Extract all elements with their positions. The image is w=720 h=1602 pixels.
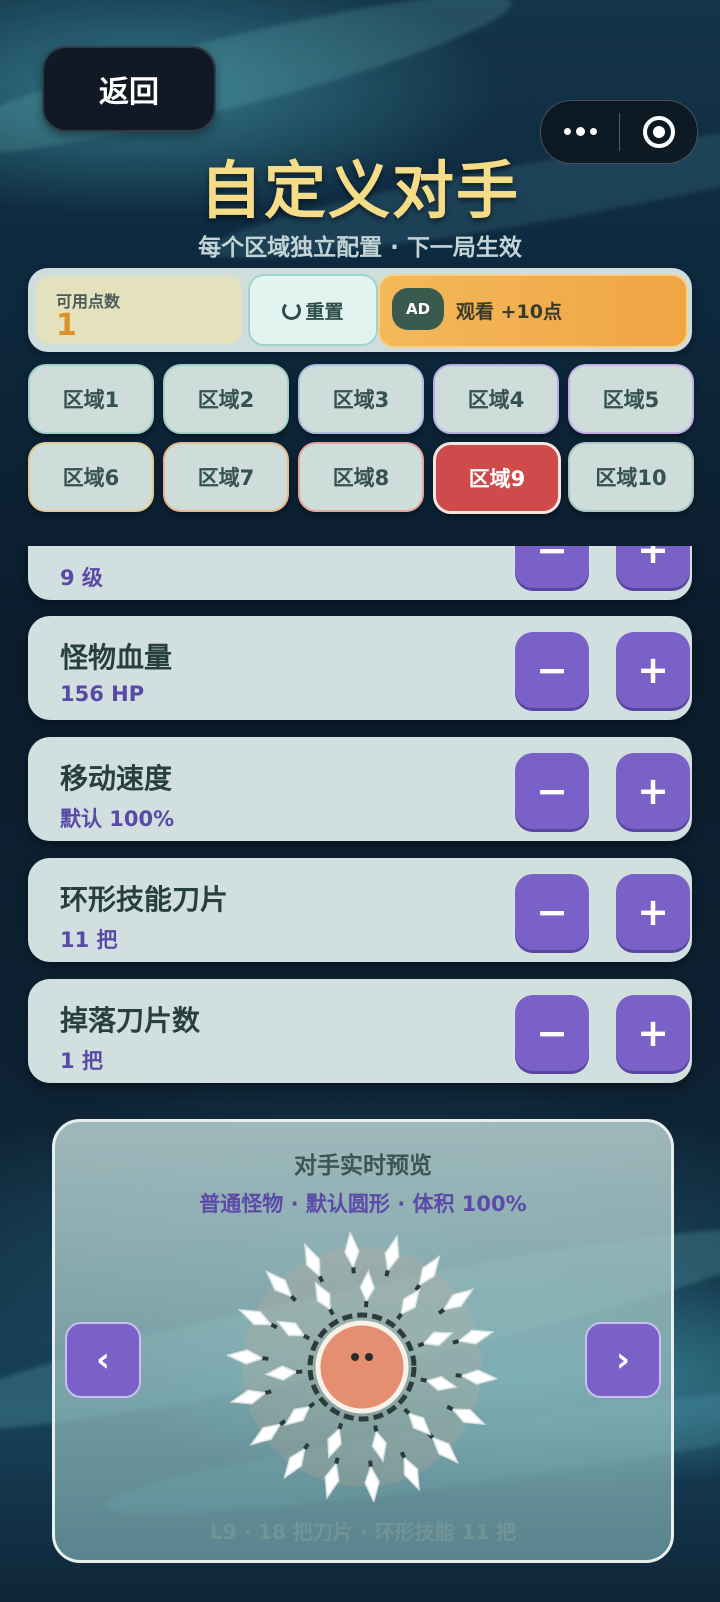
zone-tab-1[interactable]: 区域1 xyxy=(28,364,154,434)
outer-blade-handle xyxy=(368,1460,373,1467)
outer-blade-handle xyxy=(317,1275,325,1283)
increase-button[interactable]: + xyxy=(616,632,690,708)
ring-skill-blade-handle xyxy=(337,1422,344,1430)
outer-blade-handle xyxy=(399,1451,407,1459)
monster-preview xyxy=(227,1232,497,1502)
outer-blade-handle xyxy=(270,1322,278,1330)
zone-tab-2[interactable]: 区域2 xyxy=(163,364,289,434)
outer-blade-handle xyxy=(452,1339,460,1345)
ring-skill-blade-handle xyxy=(302,1333,311,1341)
ring-skill-blade-handle xyxy=(373,1425,379,1432)
outer-blade-handle xyxy=(278,1419,287,1426)
setting-name: 掉落刀片数 xyxy=(60,1004,201,1037)
setting-value: 默认 100% xyxy=(60,807,175,831)
next-monster-button[interactable]: › xyxy=(585,1322,661,1398)
zone-tab-4[interactable]: 区域4 xyxy=(433,364,559,434)
setting-name: 移动速度 xyxy=(60,762,173,795)
setting-value: 11 把 xyxy=(60,928,118,952)
more-menu-icon[interactable] xyxy=(541,127,619,136)
increase-button[interactable]: + xyxy=(616,874,690,950)
zone-tab-7[interactable]: 区域7 xyxy=(163,442,289,512)
increase-button[interactable]: + xyxy=(616,753,690,829)
setting-card: 移动速度默认 100% − + xyxy=(28,737,692,841)
decrease-button[interactable]: − xyxy=(515,546,589,588)
outer-blade-handle xyxy=(437,1308,446,1315)
reset-button[interactable]: 重置 xyxy=(248,274,378,346)
zone-tab-10[interactable]: 区域10 xyxy=(568,442,694,512)
ring-skill-blade-handle xyxy=(328,1308,335,1316)
setting-card: 环形技能刀片 11 把 − + xyxy=(28,858,692,962)
zone-tab-3[interactable]: 区域3 xyxy=(298,364,424,434)
setting-value: 9 级 xyxy=(60,566,103,590)
page-subtitle: 每个区域独立配置 · 下一局生效 xyxy=(198,235,522,261)
preview-subtitle: 普通怪物 · 默认圆形 · 体积 100% xyxy=(199,1192,527,1216)
decrease-button[interactable]: − xyxy=(515,995,589,1071)
outer-blade-handle xyxy=(262,1356,269,1361)
points-value: 1 xyxy=(56,308,77,343)
increase-button[interactable]: + xyxy=(616,995,690,1071)
setting-value: 1 把 xyxy=(60,1049,103,1073)
zone-tab-9[interactable]: 区域9 xyxy=(433,442,561,514)
zone-tab-8[interactable]: 区域8 xyxy=(298,442,424,512)
decrease-button[interactable]: − xyxy=(515,753,589,829)
preview-footer: L9 · 18 把刀片 · 环形技能 11 把 xyxy=(209,1520,517,1544)
points-bar: 可用点数 1 重置 AD 观看 +10点 xyxy=(28,268,692,352)
page-title: 自定义对手 xyxy=(199,154,520,227)
ring-skill-blade-handle xyxy=(417,1341,425,1348)
prev-monster-button[interactable]: ‹ xyxy=(65,1322,141,1398)
monster-body xyxy=(315,1320,409,1414)
outer-blade-handle xyxy=(446,1404,454,1412)
opponent-preview-panel: 对手实时预览 普通怪物 · 默认圆形 · 体积 100% ‹ › L9 · 18… xyxy=(52,1119,674,1563)
available-points: 可用点数 1 xyxy=(36,276,242,344)
setting-name: 怪物血量 xyxy=(60,641,173,674)
setting-card: 怪物血量 156 HP − + xyxy=(28,616,692,720)
zone-tab-5[interactable]: 区域5 xyxy=(568,364,694,434)
outer-blade-handle xyxy=(264,1389,272,1395)
outer-blade-handle xyxy=(351,1267,356,1274)
monster-eye xyxy=(351,1353,359,1361)
monster-eye xyxy=(365,1353,373,1361)
reset-label: 重置 xyxy=(305,300,344,323)
reset-icon xyxy=(282,300,302,320)
increase-button[interactable]: + xyxy=(616,546,690,588)
setting-name: 环形技能刀片 xyxy=(60,883,229,916)
decrease-button[interactable]: − xyxy=(515,632,589,708)
ad-badge: AD xyxy=(392,288,444,330)
decrease-button[interactable]: − xyxy=(515,874,589,950)
watch-ad-label: 观看 +10点 xyxy=(456,301,562,323)
setting-value: 156 HP xyxy=(60,682,145,706)
zone-tab-6[interactable]: 区域6 xyxy=(28,442,154,512)
setting-card: 9 级 − + xyxy=(28,546,692,600)
watch-ad-button[interactable]: AD 观看 +10点 xyxy=(378,274,688,348)
setting-card: 掉落刀片数 1 把 − + xyxy=(28,979,692,1083)
ring-skill-blade-handle xyxy=(420,1377,427,1383)
outer-blade-handle xyxy=(455,1373,462,1378)
preview-title: 对手实时预览 xyxy=(294,1153,432,1179)
outer-blade-handle xyxy=(334,1457,340,1465)
back-button[interactable]: 返回 xyxy=(42,46,216,132)
outer-blade-handle xyxy=(384,1269,390,1277)
settings-list: 9 级 − + 怪物血量 156 HP − + 移动速度 默认 100% − + 环形技能刀片 11 把… xyxy=(0,546,720,1100)
outer-blade-handle xyxy=(303,1442,310,1451)
